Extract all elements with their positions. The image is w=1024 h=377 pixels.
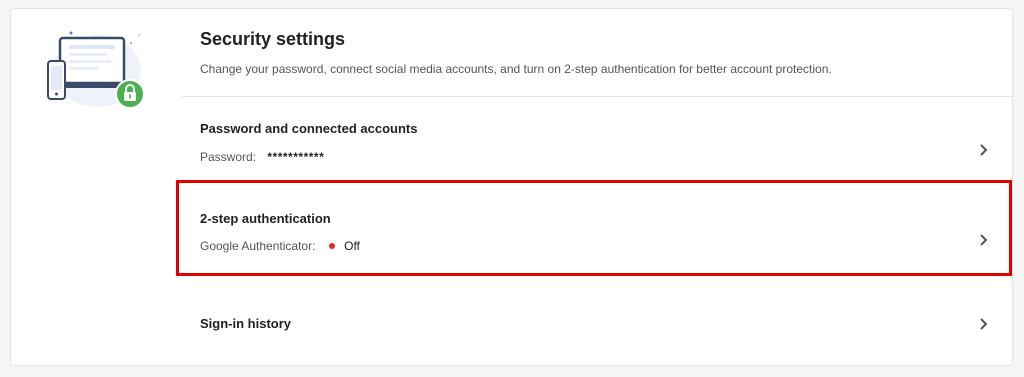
devices-lock-icon [47, 31, 147, 111]
security-settings-card: Security settings Change your password, … [10, 8, 1014, 366]
authenticator-label: Google Authenticator: [200, 239, 316, 253]
password-label: Password: [200, 150, 257, 164]
row-title: 2-step authentication [200, 211, 331, 226]
row-title: Password and connected accounts [200, 121, 418, 136]
chevron-right-icon [978, 143, 990, 157]
password-connected-accounts-row[interactable]: Password and connected accounts Password… [182, 97, 1014, 183]
page-title: Security settings [200, 29, 346, 49]
page-description: Change your password, connect social med… [200, 62, 832, 76]
chevron-right-icon [978, 317, 990, 331]
password-status: Password: *********** [200, 150, 324, 164]
row-title: Sign-in history [200, 316, 291, 331]
password-value: *********** [267, 150, 325, 164]
status-dot-icon [328, 243, 335, 249]
authenticator-value: Off [344, 239, 360, 253]
two-step-authentication-row[interactable]: 2-step authentication Google Authenticat… [182, 183, 1014, 279]
sign-in-history-row[interactable]: Sign-in history [182, 289, 1014, 359]
authenticator-status: Google Authenticator: Off [200, 239, 360, 253]
security-header: Security settings Change your password, … [182, 9, 1014, 97]
chevron-right-icon [978, 233, 990, 247]
